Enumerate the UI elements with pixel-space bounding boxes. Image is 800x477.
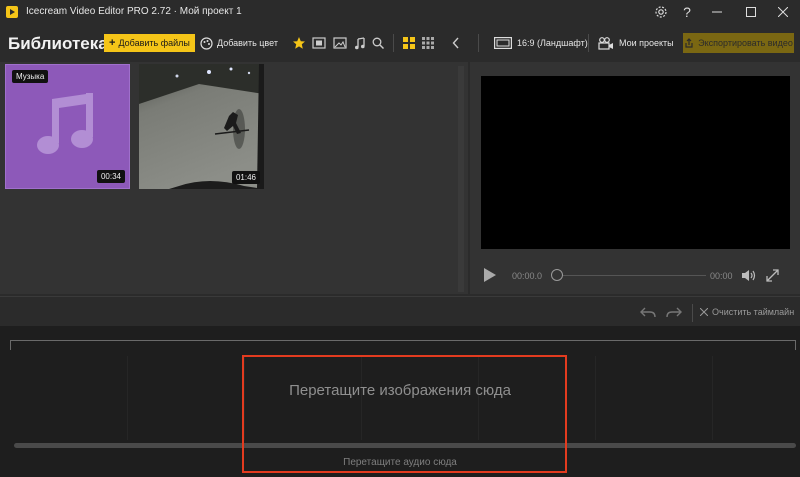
collapse-panel-chevron-icon[interactable] xyxy=(447,34,465,52)
add-color-button[interactable]: Добавить цвет xyxy=(200,34,278,52)
camera-icon xyxy=(598,36,614,50)
help-icon[interactable]: ? xyxy=(671,0,703,24)
app-logo-icon xyxy=(6,6,18,18)
add-color-label: Добавить цвет xyxy=(217,38,278,48)
add-files-label: Добавить файлы xyxy=(118,38,190,48)
timeline-area: Перетащите изображения сюда Перетащите а… xyxy=(0,326,800,477)
music-note-icon xyxy=(36,93,98,159)
aspect-ratio-button[interactable]: 16:9 (Ландшафт) xyxy=(494,34,588,52)
small-grid-view-icon[interactable] xyxy=(419,34,437,52)
timeline-ruler xyxy=(10,340,796,350)
close-x-icon xyxy=(700,308,708,316)
window-title: Icecream Video Editor PRO 2.72 · Мой про… xyxy=(26,6,242,17)
export-video-button[interactable]: Экспортировать видео xyxy=(683,33,794,53)
maximize-button[interactable] xyxy=(735,0,767,24)
clear-timeline-button[interactable]: Очистить таймлайн xyxy=(700,307,794,317)
minimize-button[interactable] xyxy=(701,0,733,24)
seek-handle[interactable] xyxy=(551,269,563,281)
title-bar: Icecream Video Editor PRO 2.72 · Мой про… xyxy=(0,0,800,24)
toolbar-divider xyxy=(588,34,589,52)
music-filter-icon[interactable] xyxy=(351,34,369,52)
timeline-toolbar: Очистить таймлайн xyxy=(0,296,800,326)
current-time: 00:00.0 xyxy=(512,271,543,281)
seek-bar[interactable] xyxy=(556,275,706,276)
main-toolbar: Библиотека + Добавить файлы Добавить цве… xyxy=(0,24,800,62)
my-projects-label: Мои проекты xyxy=(619,38,674,48)
play-icon[interactable] xyxy=(484,268,496,282)
palette-icon xyxy=(200,36,213,50)
aspect-ratio-label: 16:9 (Ландшафт) xyxy=(517,38,588,48)
search-icon[interactable] xyxy=(369,34,387,52)
library-item-audio[interactable]: Музыка 00:34 xyxy=(5,64,130,189)
toolbar-divider xyxy=(692,304,693,322)
toolbar-divider xyxy=(393,34,394,52)
add-files-button[interactable]: + Добавить файлы xyxy=(104,34,195,52)
volume-icon[interactable] xyxy=(742,269,756,282)
library-item-video[interactable]: 01:46 xyxy=(139,64,264,189)
media-library: Музыка 00:34 01:46 xyxy=(0,62,468,294)
duration-badge: 00:34 xyxy=(96,170,125,183)
video-preview-panel: 00:00.0 00:00 xyxy=(470,62,800,294)
highlight-annotation-box xyxy=(242,355,567,473)
my-projects-button[interactable]: Мои проекты xyxy=(598,34,674,52)
export-icon xyxy=(684,38,694,48)
favorites-star-icon[interactable] xyxy=(290,34,308,52)
clear-timeline-label: Очистить таймлайн xyxy=(712,307,795,317)
total-time: 00:00 xyxy=(710,271,733,281)
plus-icon: + xyxy=(109,37,116,49)
export-video-label: Экспортировать видео xyxy=(698,38,793,48)
redo-icon[interactable] xyxy=(666,306,682,319)
library-heading: Библиотека xyxy=(8,34,108,53)
toolbar-divider xyxy=(478,34,479,52)
fullscreen-icon[interactable] xyxy=(766,269,779,282)
video-filter-icon[interactable] xyxy=(310,34,328,52)
item-type-badge: Музыка xyxy=(12,70,49,83)
image-filter-icon[interactable] xyxy=(331,34,349,52)
undo-icon[interactable] xyxy=(640,306,656,319)
aspect-ratio-icon xyxy=(494,37,512,49)
video-preview-screen xyxy=(481,76,790,249)
duration-badge: 01:46 xyxy=(231,171,260,184)
close-button[interactable] xyxy=(767,0,799,24)
large-grid-view-icon[interactable] xyxy=(400,34,418,52)
library-scrollbar[interactable] xyxy=(458,66,464,292)
